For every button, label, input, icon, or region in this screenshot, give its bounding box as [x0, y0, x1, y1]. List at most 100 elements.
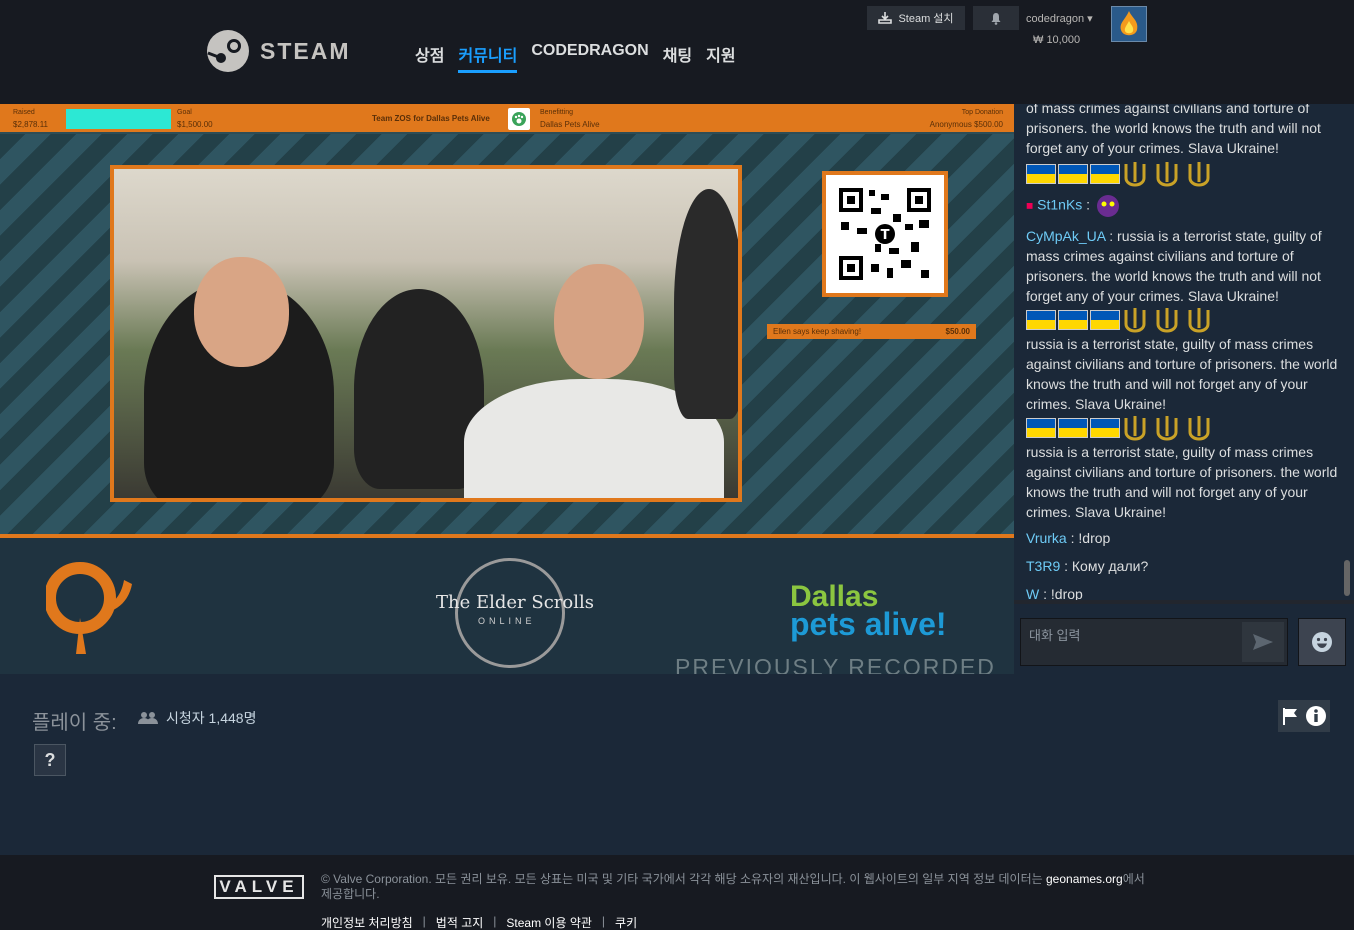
chat-username[interactable]: W: [1026, 586, 1039, 600]
copyright-text: © Valve Corporation. 모든 권리 보유. 모든 상표는 미국…: [321, 872, 1151, 902]
cookies-link[interactable]: 쿠키: [615, 914, 637, 930]
raised-value: $2,878.11: [13, 120, 48, 129]
wallet-balance[interactable]: ₩ 10,000: [1033, 34, 1080, 46]
account-menu[interactable]: codedragon ▾: [1026, 12, 1093, 25]
viewer-count-text: 시청자 1,448명: [166, 710, 257, 726]
chat-input-placeholder: 대화 입력: [1029, 628, 1081, 643]
ukraine-flag-icon: [1090, 418, 1120, 438]
ukraine-flag-icon: [1090, 310, 1120, 330]
trident-icon: [1188, 308, 1210, 333]
nav-chat[interactable]: 채팅: [663, 42, 692, 73]
ssa-link[interactable]: Steam 이용 약관: [506, 914, 592, 930]
person-3: [674, 189, 738, 419]
chat-scrollbar[interactable]: [1344, 560, 1350, 596]
goal-label: Goal: [177, 109, 192, 116]
nav-store[interactable]: 상점: [415, 42, 444, 73]
benefit-label: Benefitting: [540, 109, 574, 116]
trident-icon: [1124, 162, 1146, 187]
broadcast-video[interactable]: Raised $2,878.11 Goal $1,500.00 Team ZOS…: [0, 104, 1014, 674]
ukraine-flag-icon: [1026, 418, 1056, 438]
eso-title: The Elder Scrolls: [436, 592, 594, 613]
chat-username[interactable]: T3R9: [1026, 558, 1060, 574]
steam-logo-icon: [207, 30, 249, 72]
donation-message: Ellen says keep shaving!: [773, 327, 862, 336]
face-2: [554, 264, 644, 379]
message-text: of mass crimes against civilians and tor…: [1026, 104, 1321, 156]
copyright-main: © Valve Corporation. 모든 권리 보유. 모든 상표는 미국…: [321, 872, 1043, 886]
viewer-count: 시청자 1,448명: [138, 708, 256, 728]
chat-username[interactable]: St1nKs: [1037, 197, 1082, 213]
chat-messages[interactable]: of mass crimes against civilians and tor…: [1014, 104, 1344, 600]
emoticon-button[interactable]: [1298, 618, 1346, 666]
face-1: [194, 257, 289, 367]
install-steam-label: Steam 설치: [898, 13, 954, 25]
game-icon[interactable]: ?: [34, 744, 66, 776]
flame-avatar-icon: [1120, 11, 1138, 36]
steam-logo[interactable]: STEAM: [206, 29, 351, 73]
install-steam-button[interactable]: Steam 설치: [867, 6, 965, 30]
legal-link[interactable]: 법적 고지: [436, 914, 484, 930]
qr-code: T: [822, 171, 948, 297]
geonames-link[interactable]: geonames.org: [1046, 872, 1123, 886]
chat-username[interactable]: CyMpAk_UA: [1026, 228, 1105, 244]
notifications-button[interactable]: [973, 6, 1019, 30]
download-icon: [878, 12, 893, 24]
donation-amount: $50.00: [945, 327, 970, 336]
message-text: : !drop: [1039, 586, 1083, 600]
info-icon[interactable]: [1305, 705, 1327, 727]
raised-progress-bar: [66, 109, 171, 129]
ukraine-flag-icon: [1058, 418, 1088, 438]
badge-icon: ■: [1026, 198, 1034, 213]
global-header: STEAM 상점 커뮤니티 CODEDRAGON 채팅 지원 Steam 설치 …: [0, 0, 1354, 104]
trident-icon: [1188, 162, 1210, 187]
trident-icon: [1124, 308, 1146, 333]
main-nav: 상점 커뮤니티 CODEDRAGON 채팅 지원: [415, 42, 736, 73]
smiley-icon: [1312, 632, 1332, 652]
ukraine-flag-icon: [1026, 310, 1056, 330]
top-donation-label: Top Donation: [961, 109, 1003, 116]
send-icon: [1253, 634, 1273, 650]
send-button[interactable]: [1242, 622, 1284, 662]
chat-message: T3R9 : Кому дали?: [1026, 556, 1344, 576]
playing-label: 플레이 중:: [32, 712, 117, 734]
eso-subtitle: ONLINE: [478, 616, 536, 626]
chat-message: of mass crimes against civilians and tor…: [1026, 104, 1344, 188]
recorded-watermark: PREVIOUSLY RECORDED: [675, 654, 996, 674]
chat-panel: of mass crimes against civilians and tor…: [1014, 104, 1354, 674]
trident-icon: [1124, 416, 1146, 441]
bell-icon: [991, 12, 1001, 25]
flag-icon[interactable]: [1281, 707, 1299, 725]
trident-icon: [1156, 416, 1178, 441]
goal-value: $1,500.00: [177, 120, 213, 129]
quakecon-logo-icon: [46, 562, 132, 654]
footer-links: 개인정보 처리방침 | 법적 고지 | Steam 이용 약관 | 쿠키: [321, 914, 638, 930]
svg-text:T: T: [881, 228, 890, 243]
chat-message: ■ St1nKs :: [1026, 192, 1344, 220]
nav-support[interactable]: 지원: [706, 42, 735, 73]
account-name: codedragon: [1026, 13, 1085, 25]
eso-ring: [455, 558, 565, 668]
message-text: russia is a terrorist state, guilty of m…: [1026, 444, 1338, 520]
chat-username[interactable]: Vrurka: [1026, 530, 1067, 546]
valve-logo[interactable]: VALVE: [214, 875, 304, 899]
dpa-line2: pets alive!: [790, 606, 947, 642]
raised-label: Raised: [13, 109, 35, 116]
ukraine-flag-icon: [1090, 164, 1120, 184]
nav-community[interactable]: 커뮤니티: [458, 42, 518, 73]
trident-icon: [1156, 162, 1178, 187]
report-info-buttons: [1278, 700, 1330, 732]
latest-donation: Ellen says keep shaving! $50.00: [767, 324, 976, 339]
chat-message: CyMpAk_UA : russia is a terrorist state,…: [1026, 226, 1344, 522]
steam-logo-text: STEAM: [260, 37, 351, 64]
team-name: Team ZOS for Dallas Pets Alive: [372, 114, 490, 123]
privacy-link[interactable]: 개인정보 처리방침: [321, 914, 413, 930]
avatar[interactable]: [1111, 6, 1147, 42]
chat-message: Vrurka : !drop: [1026, 528, 1344, 548]
camera-feed: [110, 165, 742, 502]
users-icon: [138, 712, 158, 724]
paw-icon: [508, 108, 530, 130]
trident-icon: [1188, 416, 1210, 441]
nav-profile[interactable]: CODEDRAGON: [531, 42, 648, 73]
message-text: : Кому дали?: [1060, 558, 1149, 574]
top-donation-value: Anonymous $500.00: [929, 120, 1003, 129]
